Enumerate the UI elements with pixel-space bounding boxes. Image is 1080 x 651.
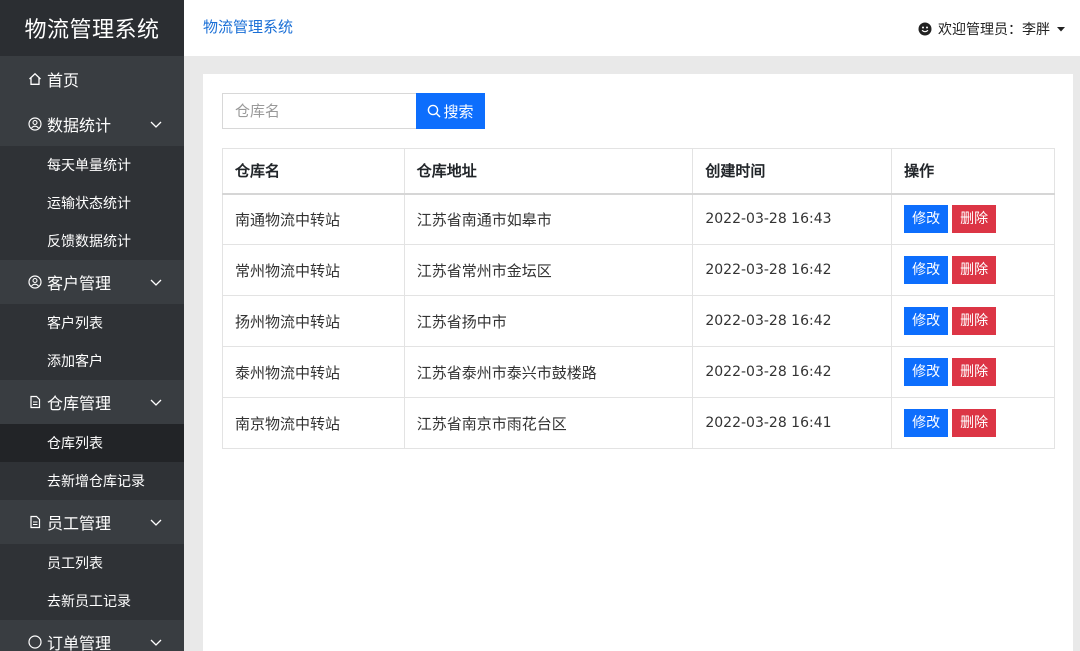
- main-panel: 搜索 仓库名 仓库地址 创建时间 操作 南通物流中转站 江苏省南通市如皋市 20…: [203, 74, 1073, 651]
- chevron-down-icon: [150, 519, 162, 526]
- search-button[interactable]: 搜索: [416, 93, 485, 129]
- warehouse-name: 扬州物流中转站: [222, 295, 405, 347]
- caret-down-icon: [1057, 27, 1065, 32]
- warehouse-table: 仓库名 仓库地址 创建时间 操作 南通物流中转站 江苏省南通市如皋市 2022-…: [222, 148, 1055, 449]
- user-greeting: 欢迎管理员：李胖: [938, 22, 1050, 38]
- home-icon: [28, 72, 42, 86]
- sidebar-group-customers[interactable]: 客户管理: [0, 260, 184, 304]
- warehouse-address: 江苏省南京市雨花台区: [403, 397, 694, 449]
- sidebar-item-transport-status[interactable]: 运输状态统计: [0, 184, 184, 222]
- edit-button[interactable]: 修改: [904, 358, 949, 386]
- table-header-row: 仓库名 仓库地址 创建时间 操作: [222, 148, 1055, 195]
- search-input[interactable]: [222, 93, 416, 129]
- warehouse-address: 江苏省常州市金坛区: [403, 244, 694, 296]
- column-header-actions: 操作: [891, 148, 1055, 195]
- stats-icon: [28, 117, 42, 131]
- sidebar-group-label: 客户管理: [47, 274, 112, 293]
- warehouse-created: 2022-03-28 16:43: [692, 193, 893, 245]
- document-icon: [28, 515, 42, 529]
- sidebar-item-add-staff[interactable]: 去新员工记录: [0, 582, 184, 620]
- delete-button[interactable]: 删除: [952, 205, 997, 234]
- table-row: 南通物流中转站 江苏省南通市如皋市 2022-03-28 16:43 修改 删除: [222, 193, 1055, 245]
- smiley-icon: [918, 22, 932, 36]
- chevron-down-icon: [150, 279, 162, 286]
- search-button-label: 搜索: [443, 102, 474, 121]
- search-icon: [428, 104, 441, 118]
- row-actions: 修改 删除: [891, 295, 1055, 347]
- row-actions: 修改 删除: [891, 244, 1055, 296]
- sidebar-group-label: 仓库管理: [47, 394, 112, 413]
- table-row: 常州物流中转站 江苏省常州市金坛区 2022-03-28 16:42 修改 删除: [222, 244, 1055, 296]
- warehouse-created: 2022-03-28 16:42: [692, 244, 893, 296]
- column-header-address: 仓库地址: [403, 148, 694, 195]
- column-header-created: 创建时间: [692, 148, 893, 195]
- warehouse-name: 南京物流中转站: [222, 397, 405, 449]
- row-actions: 修改 删除: [891, 346, 1055, 398]
- edit-button[interactable]: 修改: [904, 307, 949, 335]
- sidebar-item-feedback-stats[interactable]: 反馈数据统计: [0, 222, 184, 260]
- chevron-down-icon: [150, 639, 162, 646]
- delete-button[interactable]: 删除: [952, 256, 997, 284]
- warehouse-created: 2022-03-28 16:41: [692, 397, 893, 449]
- brand-title: 物流管理系统: [0, 0, 184, 56]
- delete-button[interactable]: 删除: [952, 409, 997, 437]
- sidebar-group-orders[interactable]: 订单管理: [0, 620, 184, 651]
- user-icon: [28, 275, 42, 289]
- chevron-down-icon: [150, 399, 162, 406]
- sidebar-item-add-warehouse[interactable]: 去新增仓库记录: [0, 462, 184, 500]
- header-title[interactable]: 物流管理系统: [203, 16, 293, 37]
- warehouse-created: 2022-03-28 16:42: [692, 346, 893, 398]
- sidebar-item-warehouse-list[interactable]: 仓库列表: [0, 424, 184, 462]
- row-actions: 修改 删除: [891, 193, 1055, 245]
- order-icon: [28, 635, 42, 649]
- edit-button[interactable]: 修改: [904, 256, 949, 284]
- edit-button[interactable]: 修改: [904, 409, 949, 437]
- warehouse-name: 南通物流中转站: [222, 193, 405, 245]
- warehouse-address: 江苏省泰州市泰兴市鼓楼路: [403, 346, 694, 398]
- sidebar-group-stats[interactable]: 数据统计: [0, 102, 184, 146]
- sidebar-item-staff-list[interactable]: 员工列表: [0, 544, 184, 582]
- warehouse-name: 泰州物流中转站: [222, 346, 405, 398]
- sidebar-group-label: 员工管理: [47, 514, 112, 533]
- warehouse-address: 江苏省南通市如皋市: [403, 193, 694, 245]
- warehouse-created: 2022-03-28 16:42: [692, 295, 893, 347]
- table-row: 泰州物流中转站 江苏省泰州市泰兴市鼓楼路 2022-03-28 16:42 修改…: [222, 346, 1055, 398]
- delete-button[interactable]: 删除: [952, 358, 997, 386]
- table-row: 扬州物流中转站 江苏省扬中市 2022-03-28 16:42 修改 删除: [222, 295, 1055, 347]
- document-icon: [28, 395, 42, 409]
- sidebar-group-staff[interactable]: 员工管理: [0, 500, 184, 544]
- search-bar: 搜索: [222, 93, 485, 129]
- table-row: 南京物流中转站 江苏省南京市雨花台区 2022-03-28 16:41 修改 删除: [222, 397, 1055, 449]
- row-actions: 修改 删除: [891, 397, 1055, 449]
- sidebar-group-label: 订单管理: [47, 634, 112, 651]
- chevron-down-icon: [150, 121, 162, 128]
- user-menu[interactable]: 欢迎管理员：李胖: [918, 19, 1066, 39]
- sidebar-item-customer-list[interactable]: 客户列表: [0, 304, 184, 342]
- sidebar-item-add-customer[interactable]: 添加客户: [0, 342, 184, 380]
- column-header-name: 仓库名: [222, 148, 405, 195]
- sidebar-item-label: 首页: [47, 71, 80, 90]
- warehouse-name: 常州物流中转站: [222, 244, 405, 296]
- delete-button[interactable]: 删除: [952, 307, 997, 335]
- sidebar-item-daily-orders[interactable]: 每天单量统计: [0, 146, 184, 184]
- sidebar-group-label: 数据统计: [47, 116, 112, 135]
- warehouse-address: 江苏省扬中市: [403, 295, 694, 347]
- sidebar-item-home[interactable]: 首页: [0, 56, 184, 102]
- sidebar-group-warehouse[interactable]: 仓库管理: [0, 380, 184, 424]
- top-header: 物流管理系统 欢迎管理员：李胖: [184, 0, 1080, 56]
- sidebar: 物流管理系统 首页 数据统计 每天单量统计 运输状态统计 反馈数据统计 客户管理…: [0, 0, 184, 651]
- edit-button[interactable]: 修改: [904, 205, 949, 234]
